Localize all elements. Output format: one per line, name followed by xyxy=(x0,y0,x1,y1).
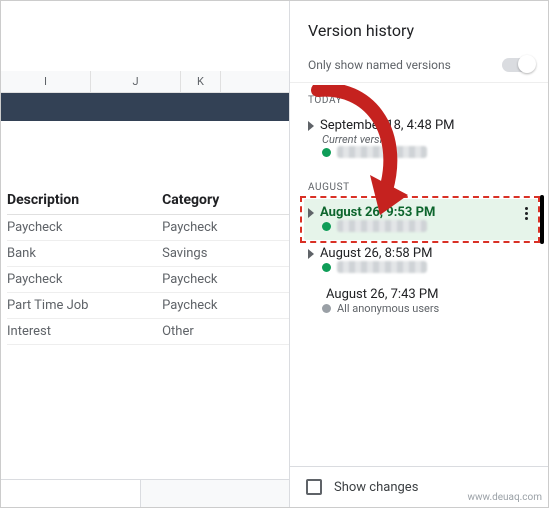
more-options-button[interactable] xyxy=(525,207,528,220)
selection-marker xyxy=(540,195,544,244)
show-changes-checkbox[interactable] xyxy=(306,479,322,495)
version-item-selected[interactable]: August 26, 9:53 PM xyxy=(304,199,538,240)
version-label: August 26, 7:43 PM xyxy=(326,287,438,302)
data-table: Description Category PaycheckPaycheck Ba… xyxy=(7,186,289,345)
version-label: September 18, 4:48 PM xyxy=(320,118,455,133)
group-today: TODAY xyxy=(308,95,538,106)
named-versions-toggle[interactable] xyxy=(502,58,534,72)
version-author: All anonymous users xyxy=(337,302,439,315)
version-item[interactable]: August 26, 7:43 PM All anonymous users xyxy=(308,281,538,323)
column-header-k[interactable]: K xyxy=(181,71,221,92)
redacted-author xyxy=(337,261,427,273)
toggle-label: Only show named versions xyxy=(308,58,451,72)
version-item[interactable]: August 26, 8:58 PM xyxy=(308,240,538,281)
version-label: August 26, 9:53 PM xyxy=(320,205,435,220)
table-row[interactable]: PaycheckPaycheck xyxy=(7,215,289,241)
table-row[interactable]: BankSavings xyxy=(7,241,289,267)
sheet-tab[interactable] xyxy=(1,480,141,507)
column-header-i[interactable]: I xyxy=(1,71,91,92)
redacted-author xyxy=(337,146,427,158)
panel-title: Version history xyxy=(290,1,548,52)
show-changes-label: Show changes xyxy=(334,480,418,495)
sheet-tab-bar xyxy=(1,479,289,507)
version-label: August 26, 8:58 PM xyxy=(320,246,432,261)
watermark: www.deuaq.com xyxy=(468,492,543,503)
version-item-current[interactable]: September 18, 4:48 PM Current version xyxy=(308,112,538,166)
table-row[interactable]: InterestOther xyxy=(7,319,289,345)
expand-icon[interactable] xyxy=(308,121,314,131)
col-description[interactable]: Description xyxy=(7,186,162,215)
group-august: AUGUST xyxy=(308,182,538,193)
table-row[interactable]: PaycheckPaycheck xyxy=(7,267,289,293)
expand-icon[interactable] xyxy=(308,208,314,218)
version-sub: Current version xyxy=(322,133,534,146)
col-category[interactable]: Category xyxy=(162,186,289,215)
header-row-dark xyxy=(1,93,289,121)
spreadsheet-pane: I J K Description Category PaycheckPaych… xyxy=(1,1,290,507)
version-history-panel: Version history Only show named versions… xyxy=(290,1,548,507)
expand-icon[interactable] xyxy=(308,249,314,259)
table-row[interactable]: Part Time JobPaycheck xyxy=(7,293,289,319)
column-header-row: I J K xyxy=(1,71,289,93)
column-header-j[interactable]: J xyxy=(91,71,181,92)
redacted-author xyxy=(337,220,427,232)
